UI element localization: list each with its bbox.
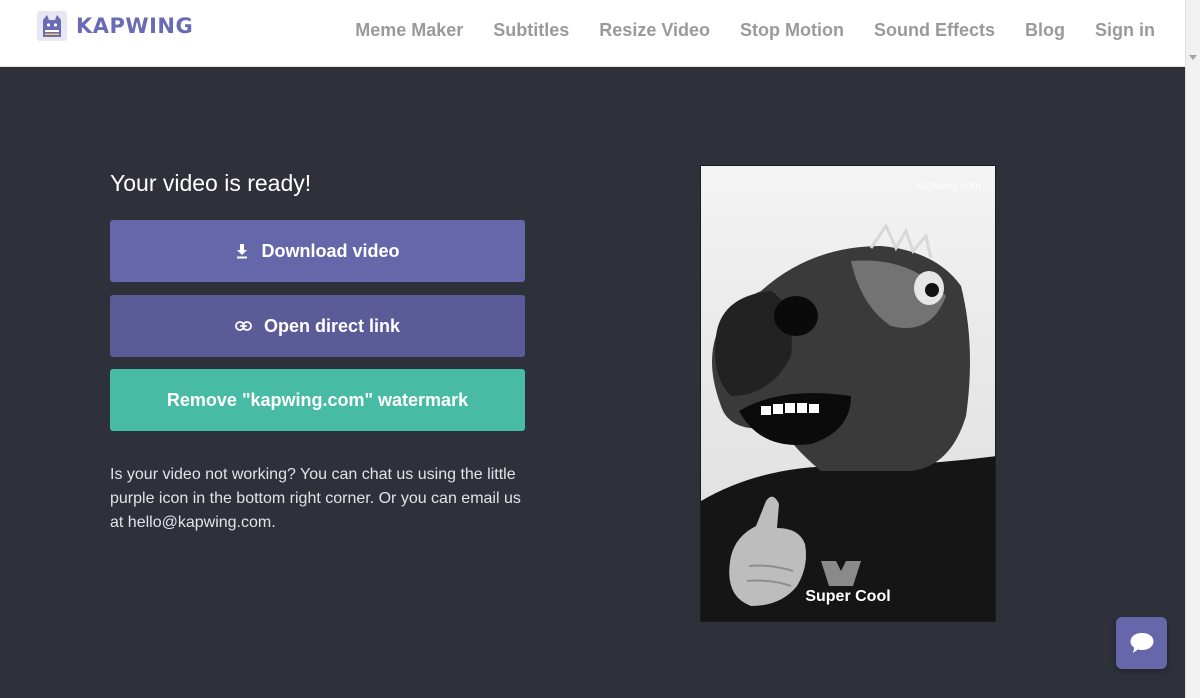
- brand-logo[interactable]: KAPWING: [37, 11, 193, 41]
- top-header: KAPWING Meme Maker Subtitles Resize Vide…: [0, 0, 1185, 67]
- remove-watermark-label: Remove "kapwing.com" watermark: [166, 389, 469, 410]
- download-video-button[interactable]: Download video: [110, 220, 525, 282]
- download-icon: [235, 243, 249, 259]
- page-title: Your video is ready!: [110, 170, 312, 196]
- cat-icon: [37, 11, 67, 41]
- chat-icon: [1130, 633, 1153, 653]
- remove-watermark-button[interactable]: Remove "kapwing.com" watermark: [110, 369, 525, 431]
- link-icon: [235, 321, 252, 331]
- nav-sign-in[interactable]: Sign in: [1095, 20, 1155, 40]
- chat-button[interactable]: [1116, 617, 1167, 669]
- nav-blog[interactable]: Blog: [1025, 20, 1065, 40]
- nav-stop-motion[interactable]: Stop Motion: [740, 20, 844, 40]
- help-text: Is your video not working? You can chat …: [110, 466, 521, 531]
- nav-meme-maker[interactable]: Meme Maker: [355, 20, 463, 40]
- nav-resize-video[interactable]: Resize Video: [599, 20, 710, 40]
- video-preview[interactable]: kapwing.com Super Cool: [700, 165, 996, 622]
- video-caption: Super Cool: [805, 588, 891, 605]
- video-frame-image: [701, 222, 995, 621]
- video-watermark: kapwing.com: [916, 180, 981, 192]
- page-scrollbar[interactable]: [1185, 0, 1200, 698]
- open-direct-link-button[interactable]: Open direct link: [110, 295, 525, 357]
- nav-subtitles[interactable]: Subtitles: [493, 20, 569, 40]
- nav-sound-effects[interactable]: Sound Effects: [874, 20, 995, 40]
- open-direct-link-label: Open direct link: [263, 315, 401, 336]
- brand-name: KAPWING: [76, 14, 194, 38]
- download-video-label: Download video: [261, 240, 400, 261]
- scroll-down-arrow-icon[interactable]: [1189, 55, 1197, 60]
- main-nav: Meme Maker Subtitles Resize Video Stop M…: [325, 20, 1155, 40]
